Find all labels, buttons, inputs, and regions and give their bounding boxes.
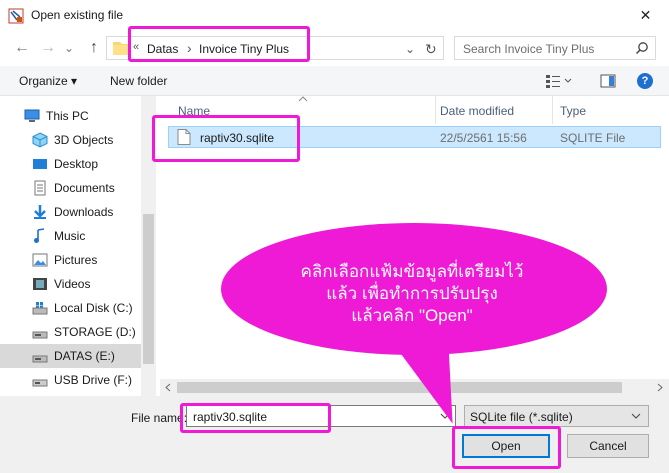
- column-header-type[interactable]: Type: [560, 104, 586, 118]
- column-header-name[interactable]: Name: [178, 104, 210, 118]
- sidebar-item-documents[interactable]: Documents: [0, 176, 141, 200]
- file-row[interactable]: raptiv30.sqlite 22/5/2561 15:56 SQLITE F…: [168, 126, 661, 148]
- recent-locations-button[interactable]: ⌄: [62, 39, 76, 57]
- callout-text: คลิกเลือกแฟ้มข้อมูลที่เตรียมไว้ แล้ว เพื…: [262, 261, 562, 327]
- pc-icon: [24, 109, 40, 122]
- chevron-down-icon: ⌄: [63, 41, 75, 55]
- pictures-icon: [32, 253, 48, 267]
- arrow-right-icon: →: [40, 39, 56, 56]
- search-box[interactable]: Search Invoice Tiny Plus: [454, 36, 656, 60]
- file-name-field[interactable]: raptiv30.sqlite: [186, 405, 456, 427]
- sidebar-item-this-pc[interactable]: This PC: [0, 104, 141, 128]
- column-divider[interactable]: [552, 96, 553, 124]
- sidebar-item-usb-drive-f[interactable]: USB Drive (F:): [0, 368, 141, 392]
- music-icon: [34, 228, 45, 243]
- sidebar-item-downloads[interactable]: Downloads: [0, 200, 141, 224]
- file-type-select[interactable]: SQLite file (*.sqlite): [464, 405, 649, 427]
- column-divider[interactable]: [435, 96, 436, 124]
- sidebar-item-label: This PC: [46, 109, 89, 123]
- window-title: Open existing file: [31, 8, 124, 22]
- new-folder-button[interactable]: New folder: [110, 74, 167, 88]
- callout-line: แล้ว เพื่อทำการปรับปรุง: [326, 284, 498, 303]
- scroll-left-icon[interactable]: [164, 383, 172, 392]
- desktop-icon: [33, 159, 47, 169]
- sidebar-item-label: Videos: [54, 277, 91, 291]
- command-bar: Organize ▾ New folder ?: [0, 66, 669, 96]
- videos-icon: [33, 278, 47, 290]
- arrow-up-icon: ↑: [90, 39, 98, 56]
- column-header-date-modified[interactable]: Date modified: [440, 104, 514, 118]
- file-name-label: File name:: [131, 411, 188, 425]
- cancel-button[interactable]: Cancel: [567, 434, 649, 458]
- address-bar[interactable]: « Datas › Invoice Tiny Plus ⌄ ↻: [106, 36, 444, 60]
- title-bar: Open existing file ✕: [0, 0, 669, 31]
- open-button[interactable]: Open: [462, 434, 550, 458]
- breadcrumb-separator-icon[interactable]: ›: [187, 40, 192, 56]
- folder-icon: [113, 42, 131, 55]
- help-icon[interactable]: ?: [637, 73, 653, 89]
- close-icon: ✕: [639, 7, 652, 23]
- sort-ascending-icon: [298, 96, 308, 102]
- back-button[interactable]: ←: [12, 39, 32, 57]
- file-type: SQLITE File: [560, 131, 626, 145]
- search-icon: [635, 42, 648, 55]
- chevron-down-icon[interactable]: ⌄: [405, 42, 415, 56]
- file-list: Name Date modified Type raptiv30.sqlite …: [160, 96, 669, 396]
- chevron-down-icon[interactable]: [630, 411, 642, 421]
- usb-drive-icon: [32, 379, 48, 387]
- sidebar-item-storage-d[interactable]: STORAGE (D:): [0, 320, 141, 344]
- arrow-left-icon: ←: [14, 39, 30, 56]
- cube-icon: [32, 132, 48, 148]
- preview-pane-icon[interactable]: [600, 73, 616, 89]
- sidebar-item-label: STORAGE (D:): [54, 325, 136, 339]
- sidebar-item-pictures[interactable]: Pictures: [0, 248, 141, 272]
- navigation-pane: This PC 3D Objects Desktop Documents Downloa…: [0, 96, 156, 396]
- scrollbar-thumb[interactable]: [143, 214, 154, 364]
- scrollbar-thumb[interactable]: [177, 382, 622, 393]
- file-icon: [177, 129, 191, 145]
- up-button[interactable]: ↑: [84, 39, 104, 57]
- view-options-icon[interactable]: [545, 73, 573, 89]
- file-date-modified: 22/5/2561 15:56: [440, 131, 527, 145]
- sidebar-item-label: Desktop: [54, 157, 99, 171]
- organize-button[interactable]: Organize ▾: [19, 74, 77, 88]
- file-name-value[interactable]: raptiv30.sqlite: [193, 410, 267, 424]
- breadcrumb-item-invoice-tiny-plus[interactable]: Invoice Tiny Plus: [199, 42, 289, 56]
- breadcrumb-item-datas[interactable]: Datas: [147, 42, 178, 56]
- refresh-icon[interactable]: ↻: [425, 41, 437, 58]
- documents-icon: [34, 180, 46, 196]
- forward-button[interactable]: →: [38, 39, 58, 57]
- chevron-down-icon[interactable]: [439, 411, 451, 421]
- sidebar-item-label: Music: [54, 229, 86, 243]
- close-button[interactable]: ✕: [622, 0, 669, 31]
- sidebar-item-label: 3D Objects: [54, 133, 114, 147]
- sidebar-item-label: Local Disk (C:): [54, 301, 133, 315]
- file-name: raptiv30.sqlite: [200, 131, 275, 145]
- sidebar-item-videos[interactable]: Videos: [0, 272, 141, 296]
- download-icon: [34, 205, 46, 219]
- search-input[interactable]: Search Invoice Tiny Plus: [463, 42, 594, 56]
- sidebar-item-3d-objects[interactable]: 3D Objects: [0, 128, 141, 152]
- app-icon: [8, 8, 24, 24]
- callout-line: คลิกเลือกแฟ้มข้อมูลที่เตรียมไว้: [300, 262, 524, 281]
- scroll-right-icon[interactable]: [656, 383, 664, 392]
- drive-icon: [32, 331, 48, 339]
- sidebar-item-label: USB Drive (F:): [54, 373, 132, 387]
- sidebar-item-music[interactable]: Music: [0, 224, 141, 248]
- windows-drive-icon: [32, 302, 48, 315]
- file-type-value[interactable]: SQLite file (*.sqlite): [470, 410, 573, 424]
- horizontal-scrollbar[interactable]: [160, 379, 669, 396]
- breadcrumb-overflow-icon[interactable]: «: [133, 41, 139, 53]
- drive-icon: [32, 355, 48, 363]
- sidebar-item-desktop[interactable]: Desktop: [0, 152, 141, 176]
- sidebar-item-label: Documents: [54, 181, 115, 195]
- sidebar-item-label: Downloads: [54, 205, 114, 219]
- sidebar-item-label: DATAS (E:): [54, 349, 115, 363]
- sidebar-item-local-disk-c[interactable]: Local Disk (C:): [0, 296, 141, 320]
- sidebar-item-datas-e[interactable]: DATAS (E:): [0, 344, 141, 368]
- navigation-scrollbar[interactable]: [141, 96, 156, 396]
- callout-line: แล้วคลิก "Open": [351, 306, 473, 325]
- sidebar-item-label: Pictures: [54, 253, 98, 267]
